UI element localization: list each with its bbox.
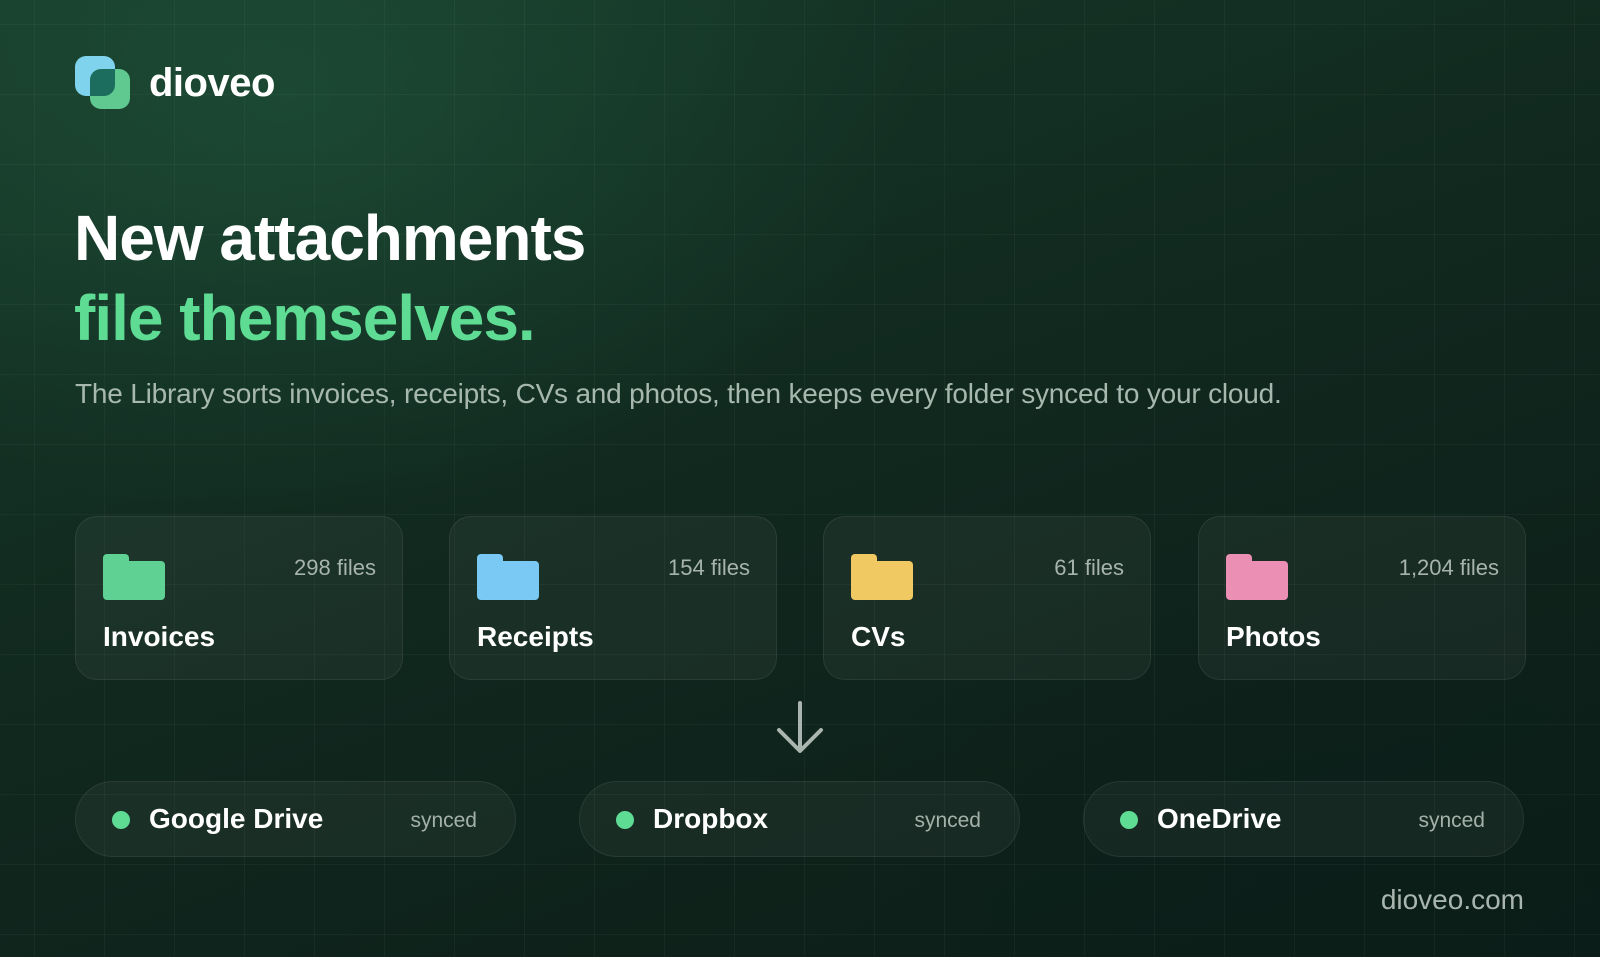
folder-name: Invoices xyxy=(103,621,216,652)
sync-status-dot xyxy=(1120,811,1138,829)
folder-icon xyxy=(851,554,913,600)
sync-status-label: synced xyxy=(410,809,477,832)
hero-title-accent: file themselves. xyxy=(74,282,536,354)
folder-file-count: 154 files xyxy=(668,555,750,580)
sync-status-label: synced xyxy=(1418,809,1485,832)
folder-card-invoices[interactable]: 298 files Invoices xyxy=(75,516,403,680)
sync-status-label: synced xyxy=(914,809,981,832)
folder-card-photos[interactable]: 1,204 files Photos xyxy=(1198,516,1526,680)
folder-icon xyxy=(103,554,165,600)
cloud-provider-name: Google Drive xyxy=(149,803,324,834)
folder-name: Receipts xyxy=(477,621,594,652)
arrow-down-icon xyxy=(777,701,823,753)
folder-card-cvs[interactable]: 61 files CVs xyxy=(823,516,1151,680)
cloud-pill-onedrive[interactable]: OneDrive synced xyxy=(1083,781,1524,857)
folder-file-count: 298 files xyxy=(294,555,376,580)
folder-icon xyxy=(1226,554,1288,600)
sync-status-dot xyxy=(616,811,634,829)
cloud-pill-dropbox[interactable]: Dropbox synced xyxy=(579,781,1020,857)
folder-file-count: 1,204 files xyxy=(1398,555,1499,580)
hero-subtitle: The Library sorts invoices, receipts, CV… xyxy=(75,378,1282,409)
hero-title: New attachments xyxy=(74,202,586,274)
folder-icon xyxy=(477,554,539,600)
brand-logo[interactable]: dioveo xyxy=(75,56,275,110)
cloud-provider-name: Dropbox xyxy=(653,803,769,834)
sync-status-dot xyxy=(112,811,130,829)
dioveo-logo-icon xyxy=(75,56,131,110)
folder-card-receipts[interactable]: 154 files Receipts xyxy=(449,516,777,680)
folder-name: Photos xyxy=(1226,621,1321,652)
cloud-provider-name: OneDrive xyxy=(1157,803,1282,834)
brand-name: dioveo xyxy=(149,60,275,105)
folder-file-count: 61 files xyxy=(1054,555,1124,580)
website-link[interactable]: dioveo.com xyxy=(1381,884,1524,916)
folder-name: CVs xyxy=(851,621,906,652)
cloud-pill-google-drive[interactable]: Google Drive synced xyxy=(75,781,516,857)
